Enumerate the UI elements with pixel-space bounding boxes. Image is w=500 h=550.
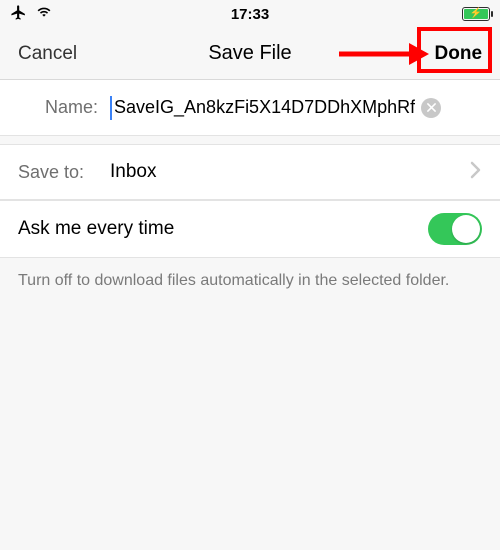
done-button[interactable]: Done <box>435 43 483 64</box>
clear-text-icon[interactable] <box>421 98 441 118</box>
status-time: 17:33 <box>170 6 330 23</box>
name-label: Name: <box>18 97 98 118</box>
cancel-button[interactable]: Cancel <box>18 43 77 64</box>
ask-every-time-row: Ask me every time <box>0 200 500 258</box>
name-input[interactable]: SaveIG_An8kzFi5X14D7DDhXMphRf <box>110 96 482 120</box>
status-bar: 17:33 ⚡ <box>0 0 500 28</box>
save-to-label: Save to: <box>18 162 96 183</box>
wifi-icon <box>35 5 53 23</box>
ask-every-time-toggle[interactable] <box>428 213 482 245</box>
name-row: Name: SaveIG_An8kzFi5X14D7DDhXMphRf <box>0 80 500 136</box>
page-title: Save File <box>208 42 291 64</box>
save-to-row[interactable]: Save to: Inbox <box>0 144 500 200</box>
annotation-arrow <box>339 47 427 61</box>
caption-text: Turn off to download files automatically… <box>0 258 500 304</box>
airplane-mode-icon <box>10 4 27 25</box>
save-to-value: Inbox <box>110 161 470 183</box>
name-value[interactable]: SaveIG_An8kzFi5X14D7DDhXMphRf <box>114 97 415 118</box>
chevron-right-icon <box>470 159 482 185</box>
navigation-bar: Cancel Save File Done <box>0 28 500 80</box>
ask-every-time-label: Ask me every time <box>18 218 428 240</box>
battery-icon: ⚡ <box>462 7 490 21</box>
